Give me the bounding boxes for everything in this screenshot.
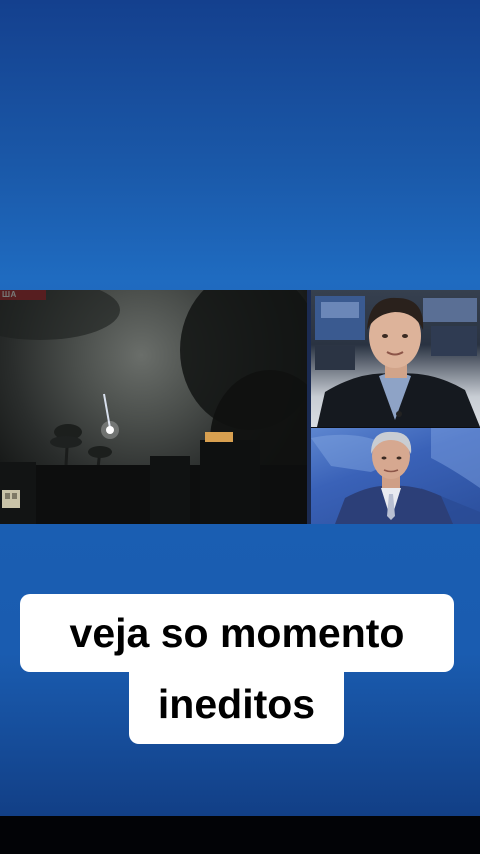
news-video-split-screen: ША <box>0 290 480 524</box>
bottom-bar <box>0 816 480 854</box>
anchor-footage <box>311 428 480 524</box>
caption-line-1: veja so momento <box>20 594 454 672</box>
video-frame[interactable]: ША <box>0 0 480 816</box>
anchor-illustration <box>311 428 480 524</box>
reporter-footage <box>311 290 480 427</box>
night-sky-footage: ША <box>0 290 307 524</box>
caption-line-2: ineditos <box>129 668 344 744</box>
reporter-illustration <box>315 296 480 427</box>
night-scene-illustration <box>0 290 307 524</box>
